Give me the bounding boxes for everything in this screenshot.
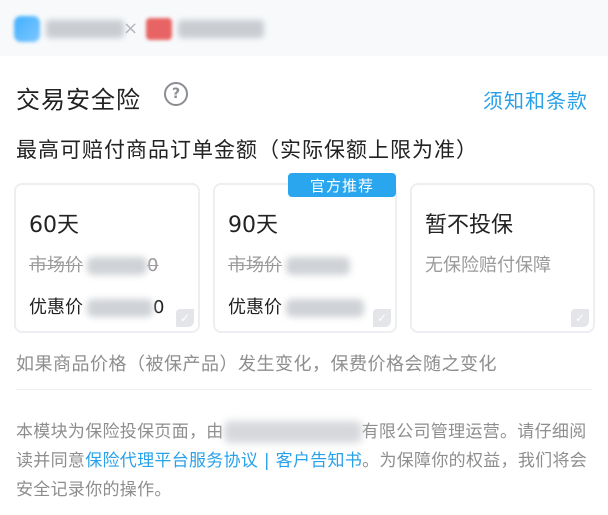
brand-left-name — [46, 20, 124, 38]
coverage-subtitle: 最高可赔付商品订单金额（实际保额上限为准） — [16, 138, 478, 162]
market-price-label: 市场价 — [228, 255, 282, 276]
brand-right-logo — [146, 18, 172, 40]
brand-left — [14, 14, 124, 44]
official-recommend-badge: 官方推荐 — [288, 173, 396, 197]
discount-price-value-blurred — [87, 299, 153, 317]
discount-price-label: 优惠价 — [228, 297, 282, 318]
market-price-value-blurred — [87, 257, 147, 275]
brand-right-name — [178, 20, 264, 38]
terms-link[interactable]: 须知和条款 — [483, 85, 588, 114]
insurance-title: 交易安全险 — [16, 86, 141, 114]
check-icon: ✓ — [176, 309, 194, 327]
option-90-days[interactable]: 90天 市场价 优惠价 ✓ — [213, 183, 397, 333]
discount-price-value-blurred — [286, 299, 364, 317]
check-icon: ✓ — [571, 309, 589, 327]
footer-text-1: 本模块为保险投保页面，由 — [16, 422, 224, 442]
footer-disclaimer: 本模块为保险投保页面，由 有限公司管理运营。请仔细阅读并同意保险代理平台服务协议 … — [16, 418, 594, 505]
market-price-value-blurred — [286, 257, 350, 275]
market-price-label: 市场价 — [29, 255, 83, 276]
check-icon: ✓ — [373, 309, 391, 327]
agency-agreement-link[interactable]: 保险代理平台服务协议 — [85, 451, 258, 471]
option-no-insurance[interactable]: 暂不投保 无保险赔付保障 ✓ — [410, 183, 595, 333]
discount-price-tail: 0 — [153, 297, 165, 318]
discount-price: 优惠价 — [228, 293, 364, 319]
brand-separator: × — [123, 18, 139, 39]
header-strip: × — [0, 0, 608, 56]
brand-left-logo — [14, 16, 40, 42]
brand-right — [146, 14, 264, 44]
question-circle-icon[interactable]: ? — [164, 82, 188, 106]
option-name: 暂不投保 — [425, 213, 514, 238]
company-name-blurred — [223, 421, 362, 443]
option-60-days[interactable]: 60天 市场价 0 优惠价 0 ✓ — [14, 183, 200, 333]
discount-price-label: 优惠价 — [29, 297, 83, 318]
market-price: 市场价 0 — [29, 251, 158, 277]
option-desc: 无保险赔付保障 — [425, 255, 551, 276]
option-name: 60天 — [29, 213, 79, 238]
price-change-notice: 如果商品价格（被保产品）发生变化，保费价格会随之变化 — [16, 354, 497, 375]
divider — [16, 389, 592, 390]
link-separator: | — [258, 451, 276, 471]
market-price-tail: 0 — [147, 255, 159, 276]
customer-notice-link[interactable]: 客户告知书 — [276, 451, 363, 471]
option-name: 90天 — [228, 213, 278, 238]
discount-price: 优惠价 0 — [29, 293, 164, 319]
market-price: 市场价 — [228, 251, 350, 277]
